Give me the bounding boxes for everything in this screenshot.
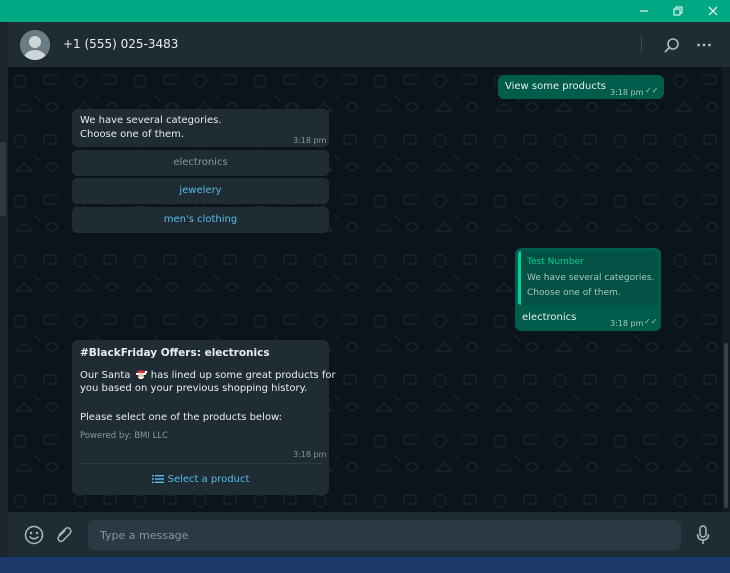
- message-text: View some products: [505, 81, 606, 92]
- quote-line: Choose one of them.: [527, 288, 621, 298]
- chat-area[interactable]: View some products 3:18 pm ✓✓ We have se…: [8, 67, 722, 512]
- list-option-jewelery[interactable]: jewelery: [72, 178, 329, 204]
- offer-body-line: Our Santa has lined up some great produc…: [80, 368, 336, 381]
- incoming-message[interactable]: We have several categories. Choose one o…: [72, 109, 329, 147]
- microphone-icon[interactable]: [693, 525, 713, 545]
- quote-author: Test Number: [527, 257, 584, 267]
- message-text: electronics: [522, 312, 577, 323]
- message-time: 3:18 pm: [293, 136, 327, 145]
- read-ticks-icon: ✓✓: [644, 317, 658, 326]
- quoted-message[interactable]: Test Number We have several categories. …: [518, 251, 658, 305]
- contact-name[interactable]: +1 (555) 025-3483: [63, 37, 178, 51]
- header-divider: [641, 36, 642, 52]
- chat-scrollbar[interactable]: [722, 67, 730, 512]
- message-input[interactable]: [88, 520, 681, 550]
- window-titlebar: [0, 0, 730, 22]
- outgoing-reply-message[interactable]: Test Number We have several categories. …: [515, 248, 661, 331]
- taskbar: [0, 557, 730, 573]
- message-time: 3:18 pm: [610, 88, 644, 97]
- quote-line: We have several categories.: [527, 273, 655, 283]
- read-ticks-icon: ✓✓: [645, 86, 659, 95]
- restore-icon[interactable]: [661, 0, 695, 22]
- attach-icon[interactable]: [54, 525, 74, 545]
- offer-body-line: you based on your previous shopping hist…: [80, 383, 308, 394]
- left-panel-edge: [0, 22, 8, 557]
- emoji-icon[interactable]: [24, 525, 44, 545]
- button-divider: [78, 463, 323, 464]
- list-icon: [151, 474, 164, 484]
- search-icon[interactable]: [662, 35, 682, 55]
- offer-body-line: Please select one of the products below:: [80, 412, 282, 423]
- message-time: 3:18 pm: [610, 319, 644, 328]
- scrollbar-thumb[interactable]: [724, 343, 728, 508]
- chat-header: +1 (555) 025-3483: [8, 22, 730, 67]
- message-time: 3:18 pm: [293, 450, 327, 459]
- select-product-label: Select a product: [167, 473, 250, 485]
- list-option-mens-clothing[interactable]: men's clothing: [72, 207, 329, 233]
- select-product-button[interactable]: Select a product: [72, 465, 329, 493]
- avatar[interactable]: [20, 30, 50, 60]
- more-options-icon[interactable]: [694, 35, 714, 55]
- outgoing-message[interactable]: View some products 3:18 pm ✓✓: [498, 75, 664, 99]
- message-line: Choose one of them.: [80, 129, 185, 140]
- message-composer: [8, 512, 730, 557]
- minimize-icon[interactable]: [627, 0, 661, 22]
- close-icon[interactable]: [696, 0, 730, 22]
- message-line: We have several categories.: [80, 115, 222, 126]
- offer-message[interactable]: #BlackFriday Offers: electronics Our San…: [72, 340, 336, 495]
- list-option-electronics[interactable]: electronics: [72, 150, 329, 176]
- offer-title: #BlackFriday Offers: electronics: [80, 347, 270, 359]
- offer-footer: Powered by: BMI LLC: [80, 431, 168, 441]
- santa-emoji-icon: [134, 368, 148, 380]
